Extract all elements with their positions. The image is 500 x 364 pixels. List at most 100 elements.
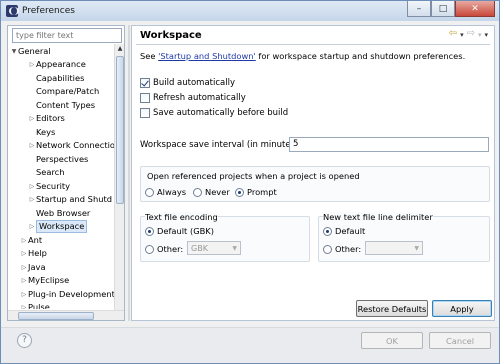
restore-defaults-button[interactable]: Restore Defaults — [356, 300, 428, 317]
ok-button[interactable]: OK — [361, 332, 423, 349]
expand-icon[interactable]: ▷ — [20, 274, 28, 287]
tree-item-label: Network Connectio — [36, 140, 114, 150]
tree-vertical-scrollbar[interactable]: ▲ — [114, 44, 124, 310]
checkbox-box[interactable] — [140, 108, 150, 118]
prompt-radio[interactable]: Prompt — [235, 187, 277, 197]
tree-item-content-types[interactable]: Content Types — [36, 99, 95, 112]
tree-item-security[interactable]: ▷ Security — [28, 180, 70, 193]
expand-icon[interactable]: ▷ — [28, 180, 36, 193]
tree-item-appearance[interactable]: ▷ Appearance — [28, 58, 86, 71]
expand-icon[interactable]: ▷ — [20, 288, 28, 301]
expand-icon[interactable]: ▷ — [20, 301, 28, 309]
tree-item-keys[interactable]: Keys — [36, 126, 55, 139]
chevron-down-icon[interactable]: ▼ — [414, 245, 419, 252]
scroll-up-icon[interactable]: ▲ — [115, 44, 125, 54]
apply-button[interactable]: Apply — [432, 300, 492, 317]
description-suffix: for workspace startup and shutdown prefe… — [255, 51, 466, 61]
collapse-icon[interactable]: ▼ — [10, 45, 18, 58]
workspace-preferences-page: Workspace ⇦ ▾ ⇨ ▾ ▾ See 'Startup and Shu… — [131, 25, 495, 321]
tree-item-java[interactable]: ▷ Java — [20, 261, 46, 274]
filter-input[interactable] — [12, 28, 122, 43]
tree-item-plugin-development[interactable]: ▷ Plug-in Development — [20, 288, 114, 301]
radio-circle[interactable] — [145, 226, 154, 236]
tree-item-help[interactable]: ▷ Help — [20, 247, 47, 260]
startup-shutdown-link[interactable]: 'Startup and Shutdown' — [158, 51, 256, 61]
tree-horizontal-scrollbar[interactable] — [8, 310, 124, 320]
tree-item-compare-patch[interactable]: Compare/Patch — [36, 85, 99, 98]
checkbox-box[interactable] — [140, 78, 150, 88]
radio-label: Prompt — [247, 187, 277, 197]
tree-item-label: Editors — [36, 113, 65, 123]
radio-label: Default (GBK) — [157, 226, 214, 236]
back-menu-icon[interactable]: ▾ — [460, 28, 464, 42]
delimiter-default-radio[interactable]: Default — [323, 226, 365, 236]
tree-item-search[interactable]: Search — [36, 166, 65, 179]
encoding-other-radio[interactable]: Other: — [145, 244, 183, 254]
radio-label: Other: — [157, 244, 184, 254]
radio-circle[interactable] — [323, 244, 332, 254]
forward-arrow-icon[interactable]: ⇨ — [467, 28, 475, 42]
never-radio[interactable]: Never — [193, 187, 230, 197]
tree-item-capabilities[interactable]: Capabilities — [36, 72, 84, 85]
checkbox-box[interactable] — [140, 93, 150, 103]
tree-item-label: Help — [28, 248, 47, 258]
build-automatically-checkbox[interactable]: Build automatically — [140, 78, 235, 88]
delimiter-other-radio[interactable]: Other: — [323, 244, 361, 254]
tree-item-perspectives[interactable]: Perspectives — [36, 153, 88, 166]
encoding-other-combo[interactable]: GBK ▼ — [187, 241, 241, 255]
expand-icon[interactable]: ▷ — [28, 139, 36, 152]
expand-icon[interactable]: ▷ — [28, 58, 36, 71]
panel-sash[interactable] — [128, 25, 130, 321]
refresh-automatically-checkbox[interactable]: Refresh automatically — [140, 93, 246, 103]
maximize-button[interactable]: □ — [431, 1, 455, 17]
radio-label: Other: — [335, 244, 362, 254]
tree-item-myeclipse[interactable]: ▷ MyEclipse — [20, 274, 70, 287]
chevron-down-icon[interactable]: ▼ — [232, 245, 237, 252]
save-interval-input[interactable]: 5 — [289, 137, 489, 152]
tree-item-label: Web Browser — [36, 207, 91, 218]
tree-item-label: Security — [36, 180, 71, 191]
tree-item-workspace[interactable]: ▷ Workspace — [28, 220, 88, 233]
expand-icon[interactable]: ▷ — [20, 247, 28, 260]
radio-circle[interactable] — [235, 187, 244, 197]
window-controls: – □ ✕ — [407, 1, 495, 17]
always-radio[interactable]: Always — [145, 187, 186, 197]
back-arrow-icon[interactable]: ⇦ — [449, 28, 457, 42]
text-encoding-group: Text file encoding Default (GBK) Other: … — [140, 212, 310, 262]
tree-item-editors[interactable]: ▷ Editors — [28, 112, 65, 125]
expand-icon[interactable]: ▷ — [28, 193, 36, 206]
tree-item-label: MyEclipse — [28, 275, 70, 285]
preferences-tree-panel: ▼General ▷Appearance Capabilities Compar… — [7, 25, 125, 321]
radio-circle[interactable] — [193, 187, 202, 197]
help-icon[interactable]: ? — [17, 333, 32, 348]
expand-icon[interactable]: ▷ — [20, 261, 28, 274]
expand-icon[interactable]: ▷ — [20, 234, 28, 247]
delimiter-other-combo[interactable]: ▼ — [365, 241, 423, 255]
scroll-thumb[interactable] — [18, 312, 94, 320]
tree-item-ant[interactable]: ▷ Ant — [20, 234, 43, 247]
expand-icon[interactable]: ▷ — [28, 220, 36, 233]
expand-icon[interactable]: ▷ — [28, 112, 36, 125]
radio-circle[interactable] — [145, 187, 154, 197]
save-before-build-checkbox[interactable]: Save automatically before build — [140, 108, 288, 118]
preferences-tree: ▼ General ▷ Appearance Capabilities Compar… — [10, 45, 114, 309]
tree-item-label: Keys — [36, 126, 56, 137]
tree-item-label: Capabilities — [36, 72, 85, 83]
tree-item-network-connections[interactable]: ▷ Network Connectio — [28, 139, 114, 152]
tree-item-label: Java — [28, 261, 46, 272]
tree-item-general[interactable]: ▼ General — [10, 45, 51, 58]
radio-circle[interactable] — [145, 244, 154, 254]
forward-menu-icon[interactable]: ▾ — [478, 28, 482, 42]
tree-item-web-browser[interactable]: Web Browser — [36, 207, 90, 220]
tree-item-label: Ant — [28, 234, 43, 245]
scroll-thumb[interactable] — [116, 56, 124, 204]
cancel-button[interactable]: Cancel — [429, 332, 491, 349]
minimize-button[interactable]: – — [407, 1, 431, 17]
encoding-default-radio[interactable]: Default (GBK) — [145, 226, 214, 236]
radio-circle[interactable] — [323, 226, 332, 236]
view-menu-icon[interactable]: ▾ — [484, 28, 488, 42]
tree-item-pulse[interactable]: ▷ Pulse — [20, 301, 50, 309]
close-button[interactable]: ✕ — [455, 1, 495, 17]
tree-item-startup-shutdown[interactable]: ▷ Startup and Shutd — [28, 193, 112, 206]
radio-label: Default — [335, 226, 366, 236]
